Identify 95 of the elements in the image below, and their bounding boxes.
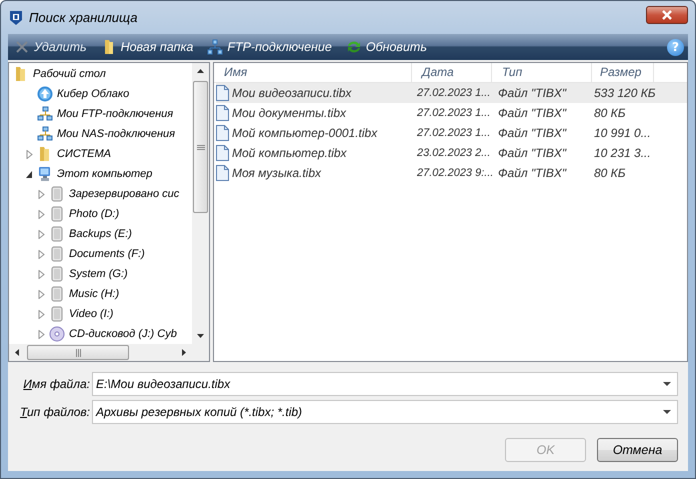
tree-item[interactable]: Кибер Облако — [57, 88, 130, 100]
collapse-icon[interactable] — [24, 170, 34, 178]
scroll-left-icon[interactable] — [15, 349, 19, 356]
drive-icon — [49, 206, 65, 222]
network-icon — [207, 39, 224, 55]
file-row[interactable]: Мой компьютер.tibx 23.02.2023 2... Файл "TIBX" 10 231 3... — [216, 143, 687, 163]
file-name: Мои видеозаписи.tibx — [232, 86, 352, 100]
computer-icon — [37, 166, 53, 182]
drive-icon — [49, 186, 65, 202]
file-type: Файл "TIBX" — [497, 106, 568, 120]
file-icon — [216, 85, 229, 101]
column-header[interactable]: Тип — [492, 63, 592, 82]
combo-field[interactable]: E:\Мои видеозаписи.tibx — [92, 372, 678, 396]
file-date: 27.02.2023 9:... — [416, 167, 492, 179]
expand-icon[interactable] — [36, 330, 46, 338]
dropdown-arrow-icon[interactable] — [663, 410, 671, 414]
file-date: 23.02.2023 2... — [416, 147, 492, 159]
file-date: 27.02.2023 1... — [416, 127, 492, 139]
tree-item[interactable]: CD-дисковод (J:) Cyb — [69, 328, 177, 340]
refresh-icon — [346, 39, 362, 55]
file-icon — [216, 165, 229, 181]
file-type: Файл "TIBX" — [497, 166, 568, 180]
file-name: Мои документы.tibx — [232, 106, 346, 120]
tree-item[interactable]: Music (H:) — [69, 288, 120, 300]
expand-icon[interactable] — [36, 310, 46, 318]
column-header[interactable]: Дата — [412, 63, 492, 82]
tree-item[interactable]: Рабочий стол — [33, 68, 106, 80]
combo-field[interactable]: Архивы резервных копий (*.tibx; *.tib) — [92, 400, 678, 424]
close-button[interactable] — [646, 6, 688, 24]
file-row[interactable]: Моя музыка.tibx 27.02.2023 9:... Файл "TIBX" 80 КБ — [216, 163, 687, 183]
expand-icon[interactable] — [24, 150, 34, 158]
expand-icon[interactable] — [36, 290, 46, 298]
tree-item[interactable]: Мои FTP-подключения — [57, 108, 174, 120]
expand-icon[interactable] — [36, 190, 46, 198]
file-row[interactable]: Мои документы.tibx 27.02.2023 1... Файл "TIBX" 80 КБ — [216, 103, 687, 123]
file-date: 27.02.2023 1... — [416, 107, 492, 119]
expand-icon[interactable] — [36, 210, 46, 218]
expand-icon[interactable] — [36, 270, 46, 278]
toolbar-button[interactable]: FTP-подключение — [205, 39, 334, 55]
tree-item[interactable]: Backups (E:) — [69, 228, 132, 240]
field-label: Тип файлов: — [19, 405, 90, 419]
network-icon — [37, 126, 53, 142]
tree-item[interactable]: Зарезервировано сис — [69, 188, 180, 200]
file-type: Файл "TIBX" — [497, 126, 568, 140]
tree-item[interactable]: Этот компьютер — [57, 168, 152, 180]
tree-item[interactable]: СИСТЕМА — [57, 148, 111, 160]
window-title: Поиск хранилища — [29, 10, 138, 25]
tree-item[interactable]: Мои NAS-подключения — [57, 128, 176, 140]
drive-icon — [49, 266, 65, 282]
tree-item[interactable]: System (G:) — [69, 268, 128, 280]
scroll-up-icon[interactable] — [197, 69, 204, 73]
file-icon — [216, 145, 229, 161]
tree-item[interactable]: Documents (F:) — [69, 248, 145, 260]
dropdown-arrow-icon[interactable] — [663, 382, 671, 386]
field-label: Имя файла: — [22, 377, 90, 391]
drive-icon — [49, 226, 65, 242]
dialog-button[interactable]: Отмена — [597, 438, 678, 462]
file-type: Файл "TIBX" — [497, 146, 568, 160]
file-name: Моя музыка.tibx — [232, 166, 321, 180]
disc-icon — [49, 326, 65, 342]
expand-icon[interactable] — [36, 250, 46, 258]
tree-item[interactable]: Photo (D:) — [69, 208, 120, 220]
file-type: Файл "TIBX" — [497, 86, 568, 100]
network-icon — [37, 106, 53, 122]
file-row[interactable]: Мои видеозаписи.tibx 27.02.2023 1... Файл "TIBX" 533 120 КБ — [216, 83, 687, 103]
scroll-thumb[interactable] — [193, 81, 208, 213]
toolbar-button[interactable]: Обновить — [344, 39, 429, 55]
delete-icon — [14, 39, 30, 55]
file-name: Мой компьютер.tibx — [232, 146, 347, 160]
file-size: 10 991 0... — [593, 126, 651, 140]
file-size: 80 КБ — [593, 166, 627, 180]
file-date: 27.02.2023 1... — [416, 87, 492, 99]
upload-icon — [37, 86, 53, 102]
tree-item[interactable]: Video (I:) — [69, 308, 114, 320]
scroll-down-icon[interactable] — [197, 334, 204, 338]
vertical-scrollbar[interactable] — [192, 63, 209, 344]
drive-icon — [49, 246, 65, 262]
file-icon — [216, 105, 229, 121]
app-icon — [8, 10, 24, 26]
grip-icon — [196, 144, 204, 150]
file-size: 10 231 3... — [593, 146, 651, 160]
drive-icon — [49, 286, 65, 302]
close-icon — [661, 10, 673, 20]
file-icon — [216, 125, 229, 141]
toolbar-button[interactable]: Новая папка — [98, 39, 196, 55]
expand-icon[interactable] — [36, 230, 46, 238]
column-header[interactable]: Имя — [214, 63, 412, 82]
file-size: 80 КБ — [593, 106, 627, 120]
grip-icon — [76, 348, 80, 356]
scroll-right-icon[interactable] — [182, 349, 186, 356]
column-header[interactable]: Размер — [592, 63, 654, 82]
drive-icon — [49, 306, 65, 322]
scroll-thumb[interactable] — [27, 345, 129, 360]
file-row[interactable]: Мой компьютер-0001.tibx 27.02.2023 1... Файл "TIBX" 10 991 0... — [216, 123, 687, 143]
file-name: Мой компьютер-0001.tibx — [232, 126, 378, 140]
